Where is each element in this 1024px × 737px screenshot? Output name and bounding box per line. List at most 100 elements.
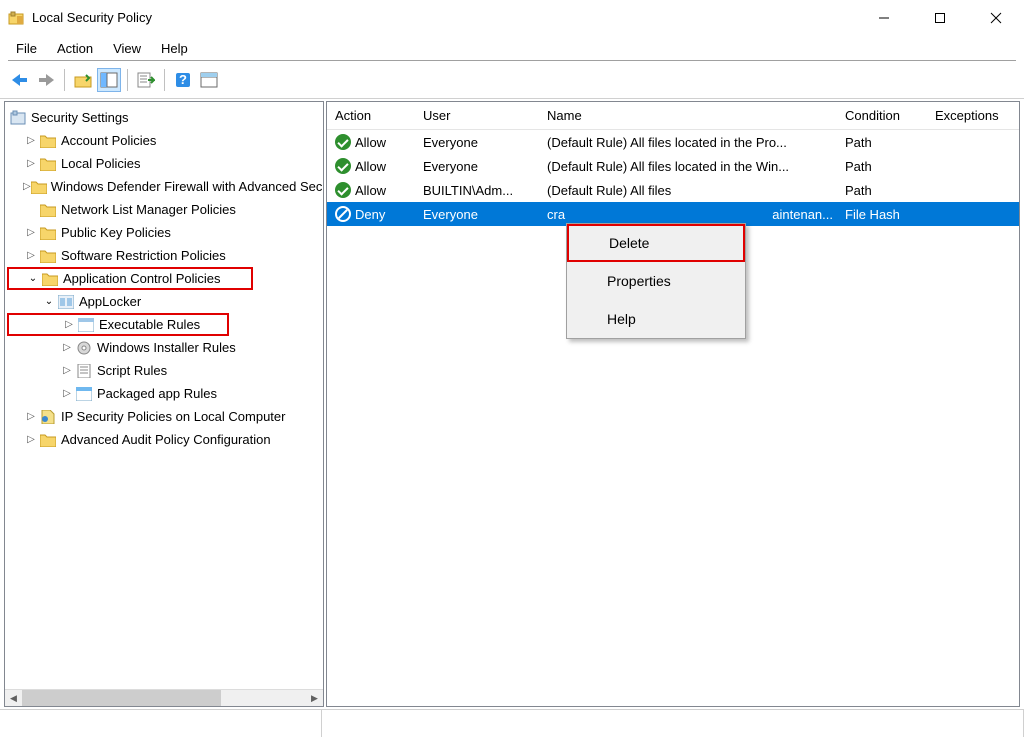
menu-help[interactable]: Help (151, 39, 198, 58)
ip-security-icon (39, 409, 57, 425)
minimize-button[interactable] (856, 0, 912, 35)
tree-label: Windows Defender Firewall with Advanced … (51, 179, 323, 194)
expand-icon[interactable]: ▷ (23, 409, 39, 425)
action-pane-button[interactable] (197, 68, 221, 92)
tree-horizontal-scrollbar[interactable]: ◀ ▶ (5, 689, 323, 706)
cell-user: Everyone (415, 159, 539, 174)
tree-label: Script Rules (97, 363, 167, 378)
col-header-exceptions[interactable]: Exceptions (927, 108, 1019, 123)
help-button[interactable]: ? (171, 68, 195, 92)
scroll-left-arrow[interactable]: ◀ (5, 690, 22, 706)
cell-name: cra aintenan... (539, 207, 837, 222)
menu-file[interactable]: File (6, 39, 47, 58)
applocker-icon (57, 294, 75, 310)
tree-applocker[interactable]: ⌄ AppLocker (5, 290, 323, 313)
tree-label: Advanced Audit Policy Configuration (61, 432, 271, 447)
tree-app-control[interactable]: ⌄ Application Control Policies (7, 267, 253, 290)
list-row-0[interactable]: Allow Everyone (Default Rule) All files … (327, 130, 1019, 154)
expand-icon[interactable]: ▷ (59, 386, 75, 402)
tree-label: Packaged app Rules (97, 386, 217, 401)
cell-user: Everyone (415, 135, 539, 150)
col-header-condition[interactable]: Condition (837, 108, 927, 123)
maximize-button[interactable] (912, 0, 968, 35)
tree-label: IP Security Policies on Local Computer (61, 409, 285, 424)
folder-icon (39, 202, 57, 218)
cell-condition: Path (837, 159, 927, 174)
tree-label: Application Control Policies (63, 271, 221, 286)
export-list-button[interactable] (134, 68, 158, 92)
tree-account-policies[interactable]: ▷ Account Policies (5, 129, 323, 152)
cell-user: Everyone (415, 207, 539, 222)
list-body: Allow Everyone (Default Rule) All files … (327, 130, 1019, 226)
folder-icon (31, 179, 47, 195)
tree-label: Software Restriction Policies (61, 248, 226, 263)
tree-defender-firewall[interactable]: ▷ Windows Defender Firewall with Advance… (5, 175, 323, 198)
expand-icon[interactable]: ▷ (23, 225, 39, 241)
tree-public-key[interactable]: ▷ Public Key Policies (5, 221, 323, 244)
back-button[interactable] (8, 68, 32, 92)
forward-button[interactable] (34, 68, 58, 92)
tree-packaged-app-rules[interactable]: ▷ Packaged app Rules (5, 382, 323, 405)
allow-icon (335, 158, 351, 174)
cell-condition: File Hash (837, 207, 927, 222)
expand-icon[interactable]: ▷ (23, 133, 39, 149)
scroll-right-arrow[interactable]: ▶ (306, 690, 323, 706)
list-row-1[interactable]: Allow Everyone (Default Rule) All files … (327, 154, 1019, 178)
cell-action: Allow (355, 159, 386, 174)
expand-icon[interactable]: ▷ (23, 432, 39, 448)
context-help[interactable]: Help (567, 300, 745, 338)
main-area: Security Settings ▷ Account Policies ▷ L… (0, 99, 1024, 709)
tree-label: Local Policies (61, 156, 141, 171)
cell-condition: Path (837, 135, 927, 150)
folder-icon (39, 156, 57, 172)
tree-network-list[interactable]: Network List Manager Policies (5, 198, 323, 221)
expand-icon[interactable]: ▷ (59, 363, 75, 379)
cell-name-right: aintenan... (772, 207, 833, 222)
col-header-user[interactable]: User (415, 108, 539, 123)
expand-icon[interactable]: ▷ (23, 179, 31, 195)
security-settings-icon (9, 110, 27, 126)
tree-executable-rules[interactable]: ▷ Executable Rules (7, 313, 229, 336)
window-title: Local Security Policy (32, 10, 856, 25)
menu-action[interactable]: Action (47, 39, 103, 58)
collapse-icon[interactable]: ⌄ (25, 271, 41, 287)
context-delete[interactable]: Delete (567, 224, 745, 262)
context-properties[interactable]: Properties (567, 262, 745, 300)
installer-icon (75, 340, 93, 356)
folder-icon (39, 225, 57, 241)
col-header-action[interactable]: Action (327, 108, 415, 123)
tree-advanced-audit[interactable]: ▷ Advanced Audit Policy Configuration (5, 428, 323, 451)
folder-icon (39, 133, 57, 149)
collapse-icon[interactable]: ⌄ (41, 294, 57, 310)
expand-icon[interactable]: ▷ (61, 317, 77, 333)
tree-label: Public Key Policies (61, 225, 171, 240)
tree-script-rules[interactable]: ▷ Script Rules (5, 359, 323, 382)
rules-icon (77, 317, 95, 333)
tree-software-restriction[interactable]: ▷ Software Restriction Policies (5, 244, 323, 267)
expand-icon[interactable]: ▷ (23, 248, 39, 264)
cell-condition: Path (837, 183, 927, 198)
folder-icon (39, 432, 57, 448)
cell-action: Allow (355, 183, 386, 198)
close-button[interactable] (968, 0, 1024, 35)
scroll-thumb[interactable] (22, 690, 221, 706)
list-row-2[interactable]: Allow BUILTIN\Adm... (Default Rule) All … (327, 178, 1019, 202)
toolbar: ? (0, 61, 1024, 99)
titlebar: Local Security Policy (0, 0, 1024, 36)
expand-icon[interactable]: ▷ (23, 156, 39, 172)
allow-icon (335, 182, 351, 198)
show-hide-tree-button[interactable] (97, 68, 121, 92)
menu-view[interactable]: View (103, 39, 151, 58)
menubar: File Action View Help (0, 36, 1024, 60)
svg-text:?: ? (179, 72, 187, 87)
col-header-name[interactable]: Name (539, 108, 837, 123)
tree-ip-security[interactable]: ▷ IP Security Policies on Local Computer (5, 405, 323, 428)
app-icon (8, 10, 24, 26)
tree-root[interactable]: Security Settings (5, 106, 323, 129)
expand-placeholder (23, 202, 39, 218)
up-button[interactable] (71, 68, 95, 92)
tree-windows-installer-rules[interactable]: ▷ Windows Installer Rules (5, 336, 323, 359)
expand-icon[interactable]: ▷ (59, 340, 75, 356)
tree-local-policies[interactable]: ▷ Local Policies (5, 152, 323, 175)
cell-name: (Default Rule) All files (539, 183, 837, 198)
